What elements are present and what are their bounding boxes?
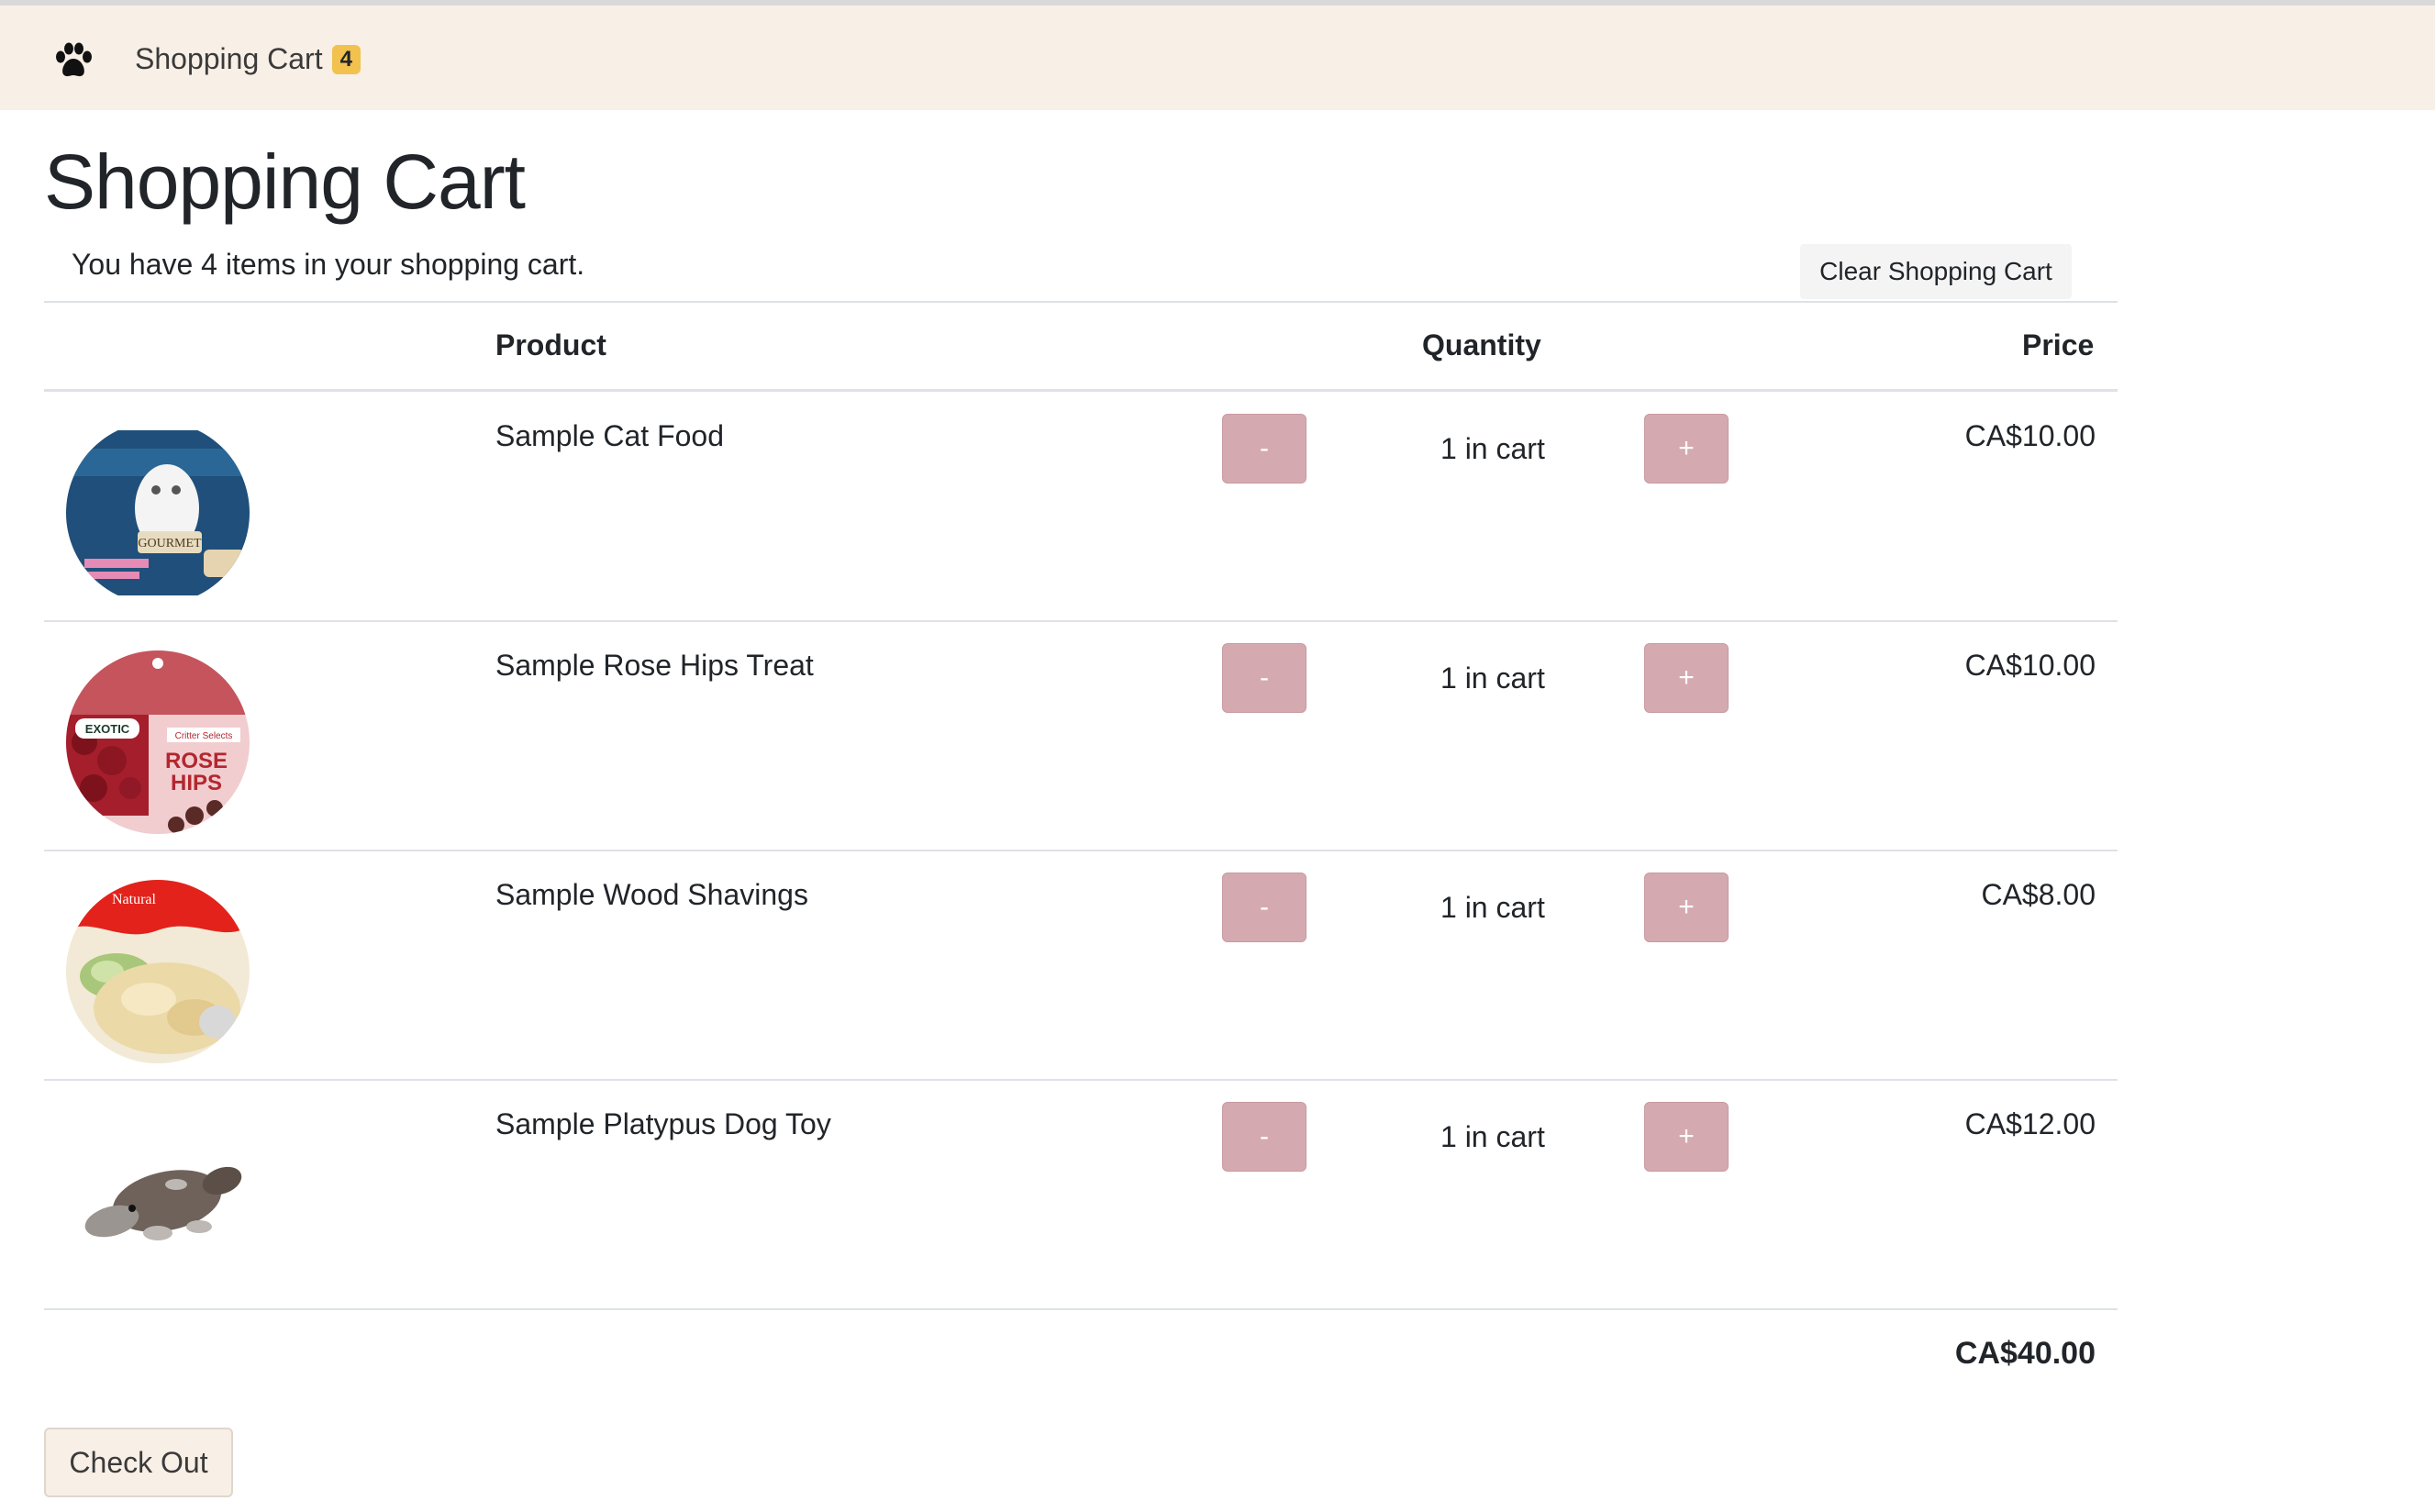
product-name[interactable]: Sample Wood Shavings [495, 878, 808, 912]
product-price: CA$12.00 [1964, 1107, 2096, 1140]
header-price: Price [2022, 328, 2095, 361]
product-price: CA$8.00 [1981, 878, 2096, 911]
cart-summary-text: You have 4 items in your shopping cart. [72, 248, 585, 281]
nav-shopping-cart-link[interactable]: Shopping Cart 4 [135, 42, 361, 76]
check-out-button[interactable]: Check Out [44, 1428, 233, 1497]
quantity-value: 1 in cart [1440, 662, 1545, 695]
divider [44, 1308, 2118, 1310]
quantity-value: 1 in cart [1440, 1120, 1545, 1153]
increase-quantity-button[interactable]: + [1644, 1102, 1729, 1172]
clear-shopping-cart-button[interactable]: Clear Shopping Cart [1800, 244, 2072, 299]
wood-shavings-image: Natural [66, 880, 250, 1063]
svg-text:GOURMET: GOURMET [138, 537, 202, 550]
header-quantity: Quantity [1422, 328, 1541, 361]
quantity-value: 1 in cart [1440, 891, 1545, 924]
quantity-value: 1 in cart [1440, 432, 1545, 465]
cart-row: Sample Platypus Dog Toy - 1 in cart + CA… [44, 1080, 2118, 1309]
cart-row: EXOTIC Critter Selects ROSE HIPS Sample … [44, 621, 2118, 850]
cart-total: CA$40.00 [1954, 1336, 2096, 1371]
paw-icon[interactable] [53, 42, 94, 79]
svg-text:EXOTIC: EXOTIC [85, 722, 130, 736]
svg-text:Natural: Natural [112, 892, 157, 907]
cart-row: Natural Sample Wood Shavings - 1 in cart… [44, 850, 2118, 1080]
navbar: Shopping Cart 4 [0, 6, 2435, 110]
header-product: Product [495, 328, 606, 361]
product-price: CA$10.00 [1964, 649, 2096, 682]
rose-hips-image: EXOTIC Critter Selects ROSE HIPS [66, 650, 250, 834]
increase-quantity-button[interactable]: + [1644, 643, 1729, 713]
decrease-quantity-button[interactable]: - [1222, 643, 1306, 713]
nav-cart-label: Shopping Cart [135, 42, 323, 75]
divider [44, 301, 2118, 303]
svg-text:ROSE: ROSE [165, 749, 228, 773]
product-name[interactable]: Sample Platypus Dog Toy [495, 1107, 831, 1141]
increase-quantity-button[interactable]: + [1644, 414, 1729, 484]
decrease-quantity-button[interactable]: - [1222, 414, 1306, 484]
decrease-quantity-button[interactable]: - [1222, 873, 1306, 942]
svg-text:Critter Selects: Critter Selects [175, 731, 233, 741]
cart-count-badge: 4 [331, 44, 361, 74]
page-title: Shopping Cart [44, 139, 526, 225]
cat-food-image: GOURMET [66, 421, 250, 605]
cart-row: GOURMET Sample Cat Food - 1 in cart + CA… [44, 392, 2118, 621]
increase-quantity-button[interactable]: + [1644, 873, 1729, 942]
svg-text:HIPS: HIPS [171, 771, 222, 795]
decrease-quantity-button[interactable]: - [1222, 1102, 1306, 1172]
platypus-toy-image [66, 1109, 250, 1293]
product-name[interactable]: Sample Rose Hips Treat [495, 649, 814, 683]
product-price: CA$10.00 [1964, 419, 2096, 452]
product-name[interactable]: Sample Cat Food [495, 419, 724, 453]
